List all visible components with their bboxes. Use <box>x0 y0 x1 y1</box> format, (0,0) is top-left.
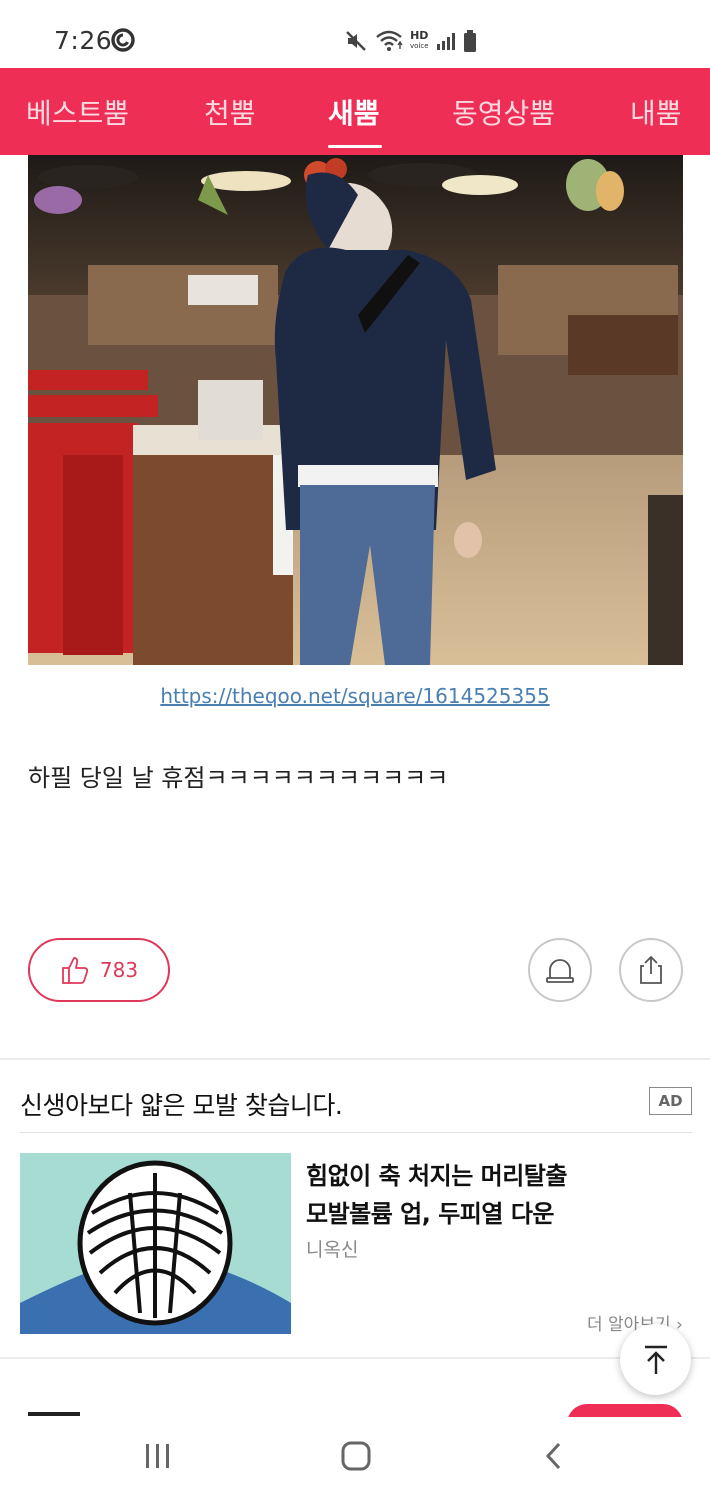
battery-icon <box>463 30 476 52</box>
home-icon[interactable] <box>341 1441 371 1471</box>
ad-divider <box>20 1132 692 1133</box>
siren-icon <box>546 959 574 983</box>
hd-voice-indicator: HD voice <box>410 29 429 50</box>
wifi-icon <box>376 30 403 51</box>
like-count: 783 <box>99 958 139 982</box>
tab-best[interactable]: 베스트뿜 <box>26 92 129 132</box>
post-body-text: 하필 당일 날 휴점ㅋㅋㅋㅋㅋㅋㅋㅋㅋㅋㅋ <box>28 764 449 792</box>
report-button[interactable] <box>528 938 592 1002</box>
status-time: 7:26 <box>54 26 113 55</box>
ad-badge: AD <box>649 1087 692 1115</box>
c-badge-icon <box>111 28 135 52</box>
ad-brand: 니옥신 <box>306 1239 359 1261</box>
category-tab-bar: 베스트뿜 천뿜 새뿜 동영상뿜 내뿜 <box>0 68 710 155</box>
thumbs-up-icon <box>62 957 89 984</box>
tab-mine[interactable]: 내뿜 <box>630 92 682 132</box>
tab-cheon[interactable]: 천뿜 <box>204 92 256 132</box>
mute-icon <box>346 31 366 51</box>
partial-heading <box>28 1412 80 1416</box>
share-button[interactable] <box>619 938 683 1002</box>
ad-title[interactable]: 힘없이 축 처지는 머리탈출 모발볼륨 업, 두피열 다운 <box>306 1157 696 1233</box>
arrow-up-icon <box>644 1345 667 1374</box>
tab-video[interactable]: 동영상뿜 <box>452 92 555 132</box>
active-tab-indicator <box>328 145 382 148</box>
signal-icon <box>436 33 455 50</box>
post-photo[interactable] <box>28 155 683 665</box>
ad-heading[interactable]: 신생아보다 얇은 모발 찾습니다. <box>20 1086 343 1122</box>
like-button[interactable]: 783 <box>28 938 170 1002</box>
status-bar: 7:26 HD voice <box>0 0 710 68</box>
back-icon[interactable] <box>541 1441 567 1471</box>
scroll-to-top-button[interactable] <box>620 1324 691 1395</box>
ad-image[interactable] <box>20 1153 291 1334</box>
system-nav-bar <box>0 1417 710 1499</box>
section-divider <box>0 1357 710 1359</box>
source-link[interactable]: https://theqoo.net/square/1614525355 <box>0 684 710 708</box>
share-icon <box>640 955 662 984</box>
section-divider <box>0 1058 710 1060</box>
tab-new[interactable]: 새뿜 <box>328 92 380 132</box>
recent-apps-icon[interactable] <box>144 1441 172 1471</box>
